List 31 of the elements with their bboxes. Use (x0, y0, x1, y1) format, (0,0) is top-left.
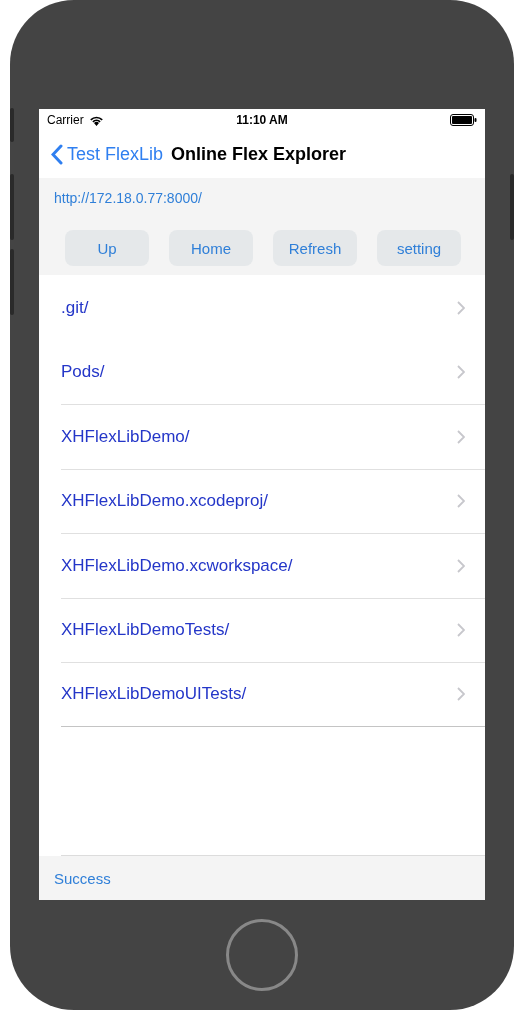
chevron-left-icon (51, 144, 63, 165)
status-text: Success (54, 869, 111, 887)
chevron-right-icon (457, 429, 465, 444)
chevron-right-icon (457, 365, 465, 380)
folder-name: XHFlexLibDemoTests/ (61, 620, 231, 641)
list-row[interactable]: XHFlexLibDemoUITests/ (61, 662, 485, 727)
carrier-label: Carrier (47, 113, 84, 127)
list-row[interactable]: XHFlexLibDemo.xcworkspace/ (61, 533, 485, 598)
list-row[interactable]: XHFlexLibDemo.xcodeproj/ (61, 468, 485, 533)
chevron-right-icon (457, 558, 465, 573)
chevron-right-icon (457, 300, 465, 315)
folder-name: XHFlexLibDemo/ (61, 426, 191, 447)
status-time: 11:10 AM (236, 113, 288, 127)
folder-name: XHFlexLibDemo.xcworkspace/ (61, 555, 294, 576)
home-button[interactable] (226, 919, 298, 991)
folder-name: .git/ (61, 297, 90, 318)
chevron-right-icon (457, 494, 465, 509)
list-row[interactable]: XHFlexLibDemo/ (61, 404, 485, 469)
list-row[interactable]: .git/ (61, 275, 485, 340)
chevron-right-icon (457, 687, 465, 702)
folder-name: XHFlexLibDemoUITests/ (61, 684, 248, 705)
back-button[interactable]: Test FlexLib (51, 144, 164, 165)
wifi-icon (88, 114, 104, 126)
list-row[interactable]: XHFlexLibDemoTests/ (61, 597, 485, 662)
url-text: http://172.18.0.77:8000/ (54, 190, 202, 206)
folder-name: XHFlexLibDemo.xcodeproj/ (61, 491, 269, 512)
chevron-right-icon (457, 623, 465, 638)
folder-name: Pods/ (61, 362, 106, 383)
nav-title: Online Flex Explorer (171, 144, 347, 165)
list-row[interactable]: Pods/ (61, 339, 485, 404)
battery-icon (450, 114, 477, 126)
